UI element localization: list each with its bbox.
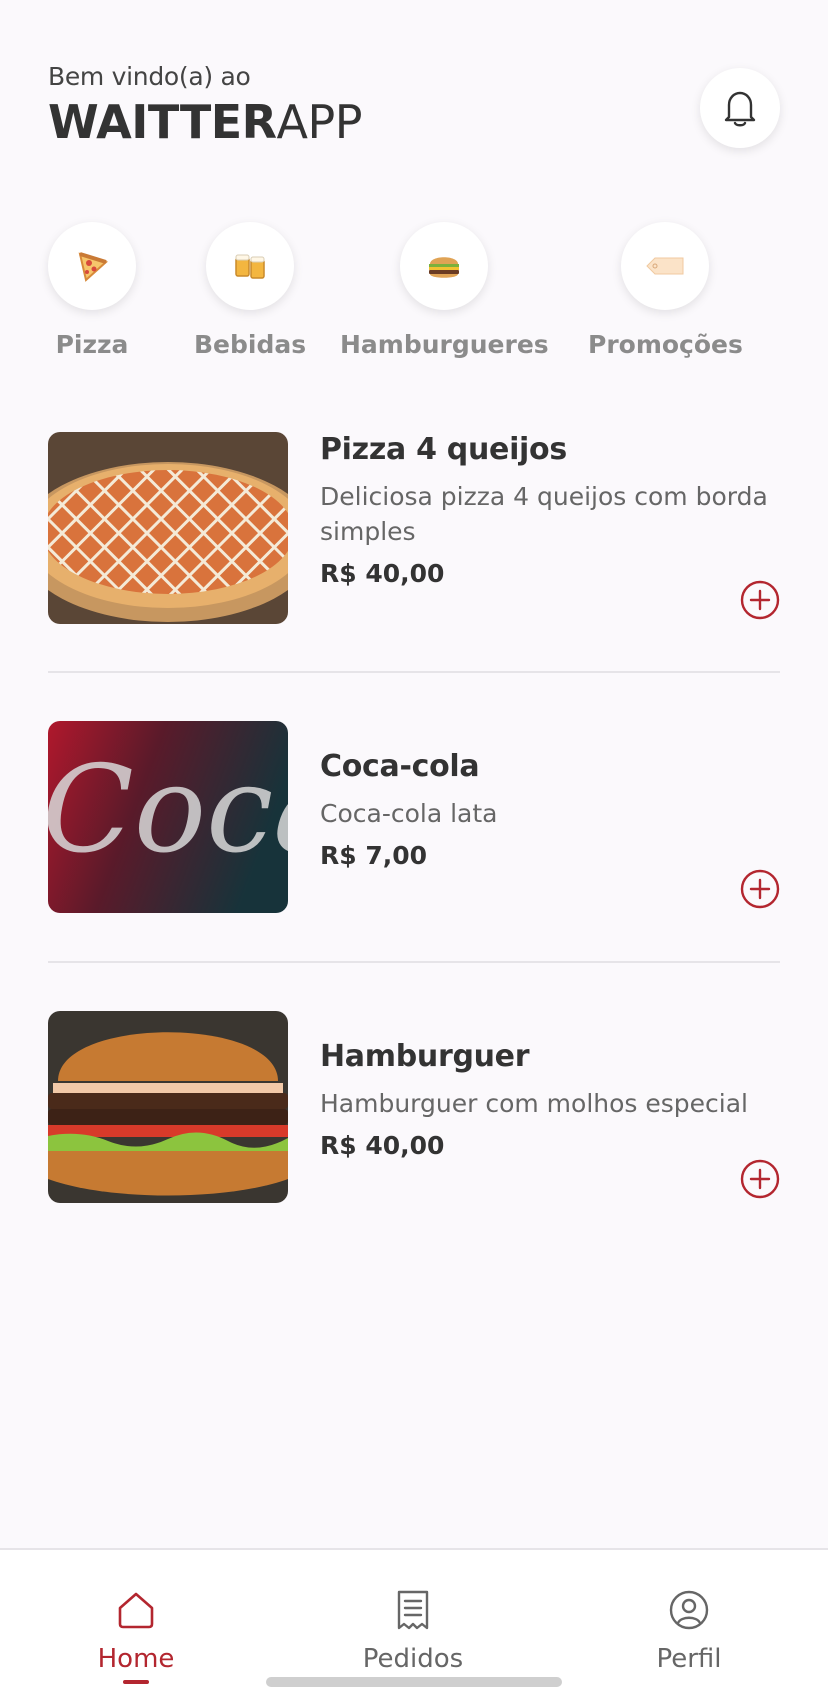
product-card-coca-cola[interactable]: Coca Coca-cola Coca-cola lata R$ 7,00 [48, 721, 780, 913]
notifications-button[interactable] [700, 68, 780, 148]
category-bebidas-circle [206, 222, 295, 310]
divider [48, 671, 780, 673]
category-hamburgueres-circle [400, 222, 489, 310]
app-logo: WAITTERAPP [48, 99, 363, 145]
category-label: Bebidas [194, 330, 307, 359]
category-promocoes-circle [621, 222, 710, 310]
active-indicator [123, 1680, 149, 1684]
product-name: Hamburguer [320, 1039, 530, 1074]
divider [48, 961, 780, 963]
add-to-cart-icon[interactable] [740, 580, 780, 620]
product-info: Pizza 4 queijos Deliciosa pizza 4 queijo… [320, 432, 770, 588]
pizza-icon [78, 252, 108, 282]
product-description: Hamburguer com molhos especial [320, 1089, 749, 1118]
category-pizza[interactable]: Pizza [48, 222, 136, 359]
profile-icon [669, 1590, 709, 1630]
product-price: R$ 7,00 [320, 841, 428, 870]
product-price: R$ 40,00 [320, 559, 445, 588]
welcome-text: Bem vindo(a) ao [48, 62, 251, 91]
bell-icon [724, 91, 756, 127]
beer-icon [235, 254, 265, 279]
product-name: Pizza 4 queijos [320, 432, 567, 467]
nav-perfil[interactable]: Perfil [609, 1588, 769, 1674]
category-pizza-circle [48, 222, 136, 310]
nav-label: Home [97, 1644, 175, 1674]
category-label: Hamburgueres [340, 330, 549, 359]
category-hamburgueres[interactable]: Hamburgueres [340, 222, 549, 359]
category-bebidas[interactable]: Bebidas [194, 222, 306, 359]
brand-bold: WAITTER [48, 95, 277, 149]
product-info: Hamburguer Hamburguer com molhos especia… [320, 1039, 770, 1160]
product-name: Coca-cola [320, 749, 480, 784]
brand-light: APP [276, 95, 363, 149]
product-card-pizza[interactable]: Pizza 4 queijos Deliciosa pizza 4 queijo… [48, 432, 780, 624]
pizza-photo [48, 432, 288, 624]
category-list: Pizza Bebidas Hamburgueres Promoções [0, 222, 828, 372]
product-info: Coca-cola Coca-cola lata R$ 7,00 [320, 749, 770, 870]
home-icon [118, 1592, 154, 1629]
add-to-cart-icon[interactable] [740, 869, 780, 909]
nav-pedidos[interactable]: Pedidos [333, 1588, 493, 1674]
svg-text:Coca: Coca [48, 741, 288, 880]
category-label: Promoções [588, 330, 743, 359]
nav-label: Pedidos [362, 1644, 464, 1674]
hamburger-icon [429, 257, 460, 278]
home-indicator-bar[interactable] [266, 1677, 562, 1687]
product-description: Deliciosa pizza 4 queijos com borda simp… [320, 482, 768, 546]
category-promocoes[interactable]: Promoções [588, 222, 743, 359]
add-to-cart-icon[interactable] [740, 1159, 780, 1199]
nav-label: Perfil [656, 1644, 722, 1674]
receipt-icon [397, 1590, 429, 1630]
category-label: Pizza [55, 330, 129, 359]
product-description: Coca-cola lata [320, 799, 498, 828]
nav-home[interactable]: Home [56, 1588, 216, 1684]
hamburger-photo [48, 1011, 288, 1203]
product-price: R$ 40,00 [320, 1131, 445, 1160]
coca-cola-photo: Coca [48, 721, 288, 913]
product-card-hamburguer[interactable]: Hamburguer Hamburguer com molhos especia… [48, 1011, 780, 1203]
tag-icon [646, 257, 684, 275]
header: Bem vindo(a) ao WAITTERAPP [48, 62, 363, 145]
